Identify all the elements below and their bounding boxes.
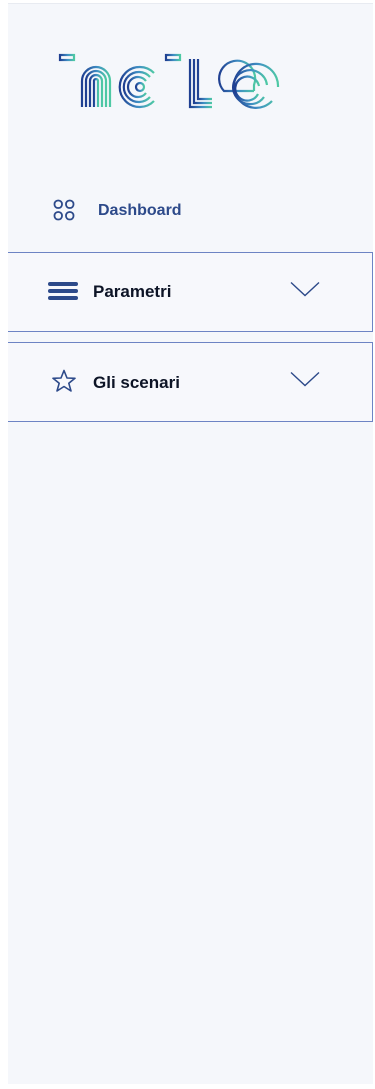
incite-logo-icon [58,53,280,109]
nav-item-label: Gli scenari [93,373,180,392]
nav-item-scenari[interactable]: Gli scenari [8,342,373,422]
nav-item-dashboard[interactable]: Dashboard [8,190,373,236]
grid-icon [53,199,75,221]
menu-lines-icon [48,281,78,301]
nav-item-label: Parametri [93,282,172,301]
chevron-down-icon[interactable] [290,281,320,303]
incite-logo[interactable] [58,51,343,111]
nav-item-label: Dashboard [98,202,182,219]
sidebar: Dashboard Parametri Gli scenari [8,3,373,1084]
nav-item-parametri[interactable]: Parametri [8,252,373,332]
chevron-down-icon[interactable] [290,371,320,393]
star-icon [52,369,76,393]
